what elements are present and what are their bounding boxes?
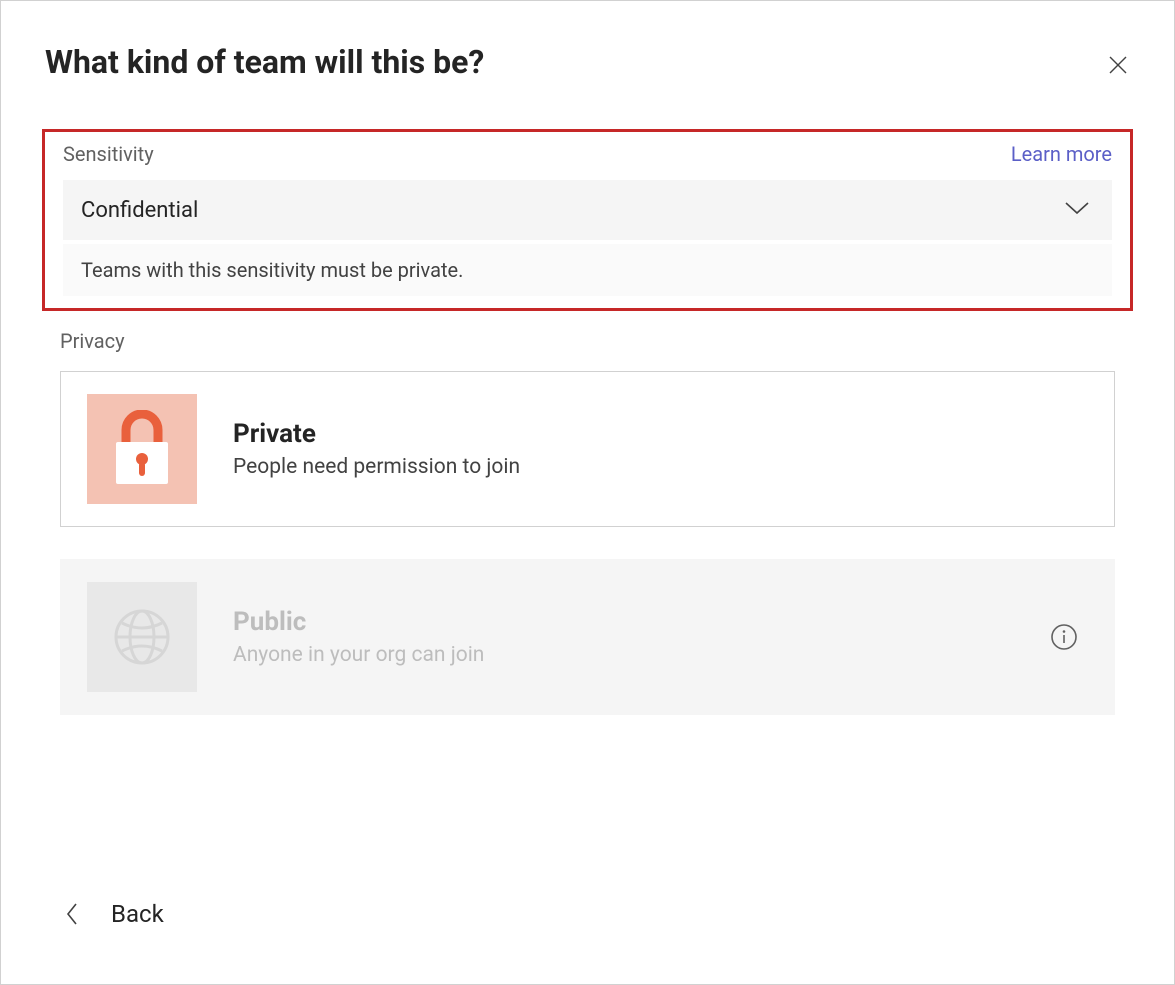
sensitivity-label: Sensitivity: [63, 142, 154, 166]
privacy-option-public-text: Public Anyone in your org can join: [233, 607, 1014, 667]
privacy-option-private-text: Private People need permission to join: [233, 419, 1088, 479]
privacy-label: Privacy: [60, 329, 1115, 353]
dialog-footer: Back: [65, 900, 164, 928]
globe-icon: [87, 582, 197, 692]
sensitivity-helper-text: Teams with this sensitivity must be priv…: [63, 244, 1112, 296]
dialog-header: What kind of team will this be?: [45, 43, 1130, 81]
privacy-option-private-title: Private: [233, 419, 1088, 449]
privacy-option-public-title: Public: [233, 607, 1014, 637]
chevron-down-icon: [1064, 200, 1090, 220]
dialog-title: What kind of team will this be?: [45, 43, 484, 81]
info-icon[interactable]: [1050, 623, 1078, 651]
privacy-option-private[interactable]: Private People need permission to join: [60, 371, 1115, 527]
sensitivity-header: Sensitivity Learn more: [63, 142, 1112, 166]
sensitivity-selected-value: Confidential: [81, 198, 198, 223]
close-icon: [1108, 55, 1128, 75]
chevron-left-icon: [65, 902, 79, 926]
privacy-option-public-desc: Anyone in your org can join: [233, 643, 1014, 667]
create-team-dialog: What kind of team will this be? Sensitiv…: [0, 0, 1175, 985]
privacy-option-public: Public Anyone in your org can join: [60, 559, 1115, 715]
sensitivity-select[interactable]: Confidential: [63, 180, 1112, 240]
learn-more-link[interactable]: Learn more: [1011, 142, 1112, 166]
sensitivity-section-highlight: Sensitivity Learn more Confidential Team…: [42, 129, 1133, 311]
lock-icon: [87, 394, 197, 504]
back-button[interactable]: Back: [65, 900, 164, 928]
back-label: Back: [111, 900, 164, 928]
privacy-option-private-desc: People need permission to join: [233, 455, 1088, 479]
close-button[interactable]: [1102, 49, 1134, 81]
